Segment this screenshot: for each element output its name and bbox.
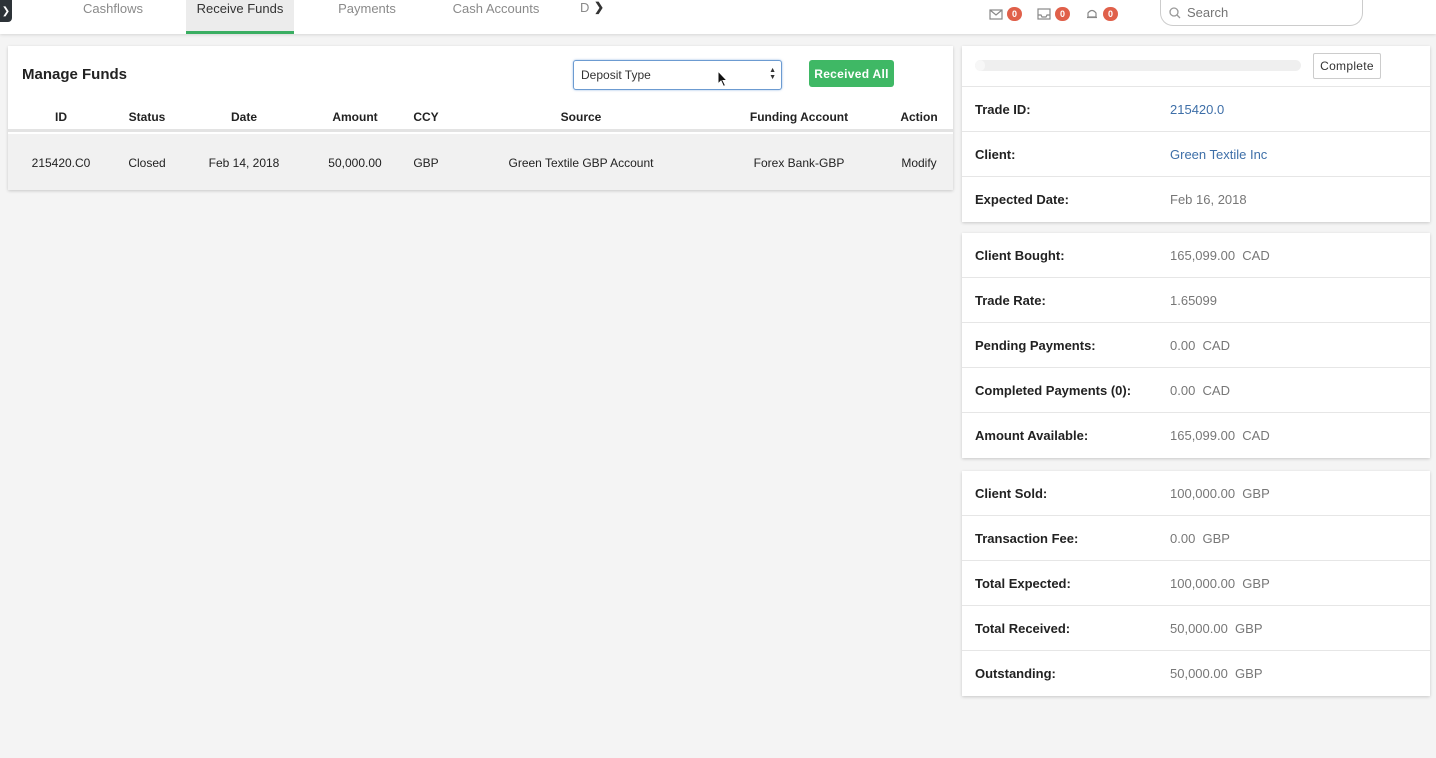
complete-button[interactable]: Complete xyxy=(1313,53,1381,79)
info-label: Outstanding: xyxy=(975,666,1056,681)
progress-row: Complete xyxy=(962,46,1430,87)
info-value: 0.00 GBP xyxy=(1170,531,1230,546)
info-value: 50,000.00 GBP xyxy=(1170,621,1263,636)
info-label: Completed Payments (0): xyxy=(975,383,1132,398)
manage-funds-panel: Manage Funds Deposit Type ▲ ▼ Received Al… xyxy=(8,46,953,190)
info-label: Total Expected: xyxy=(975,576,1071,591)
column-header-action[interactable]: Action xyxy=(900,110,937,124)
sidebar-toggle-icon[interactable]: ❯ xyxy=(0,0,12,22)
cell-amount: 50,000.00 xyxy=(328,156,382,170)
cell-id: 215420.C0 xyxy=(31,156,91,170)
inbox-icon xyxy=(1037,8,1051,20)
client-label: Client: xyxy=(975,147,1016,162)
column-header-amount[interactable]: Amount xyxy=(332,110,377,124)
info-label: Client Bought: xyxy=(975,248,1065,263)
select-arrows-icon: ▲ ▼ xyxy=(769,67,776,81)
info-label: Total Received: xyxy=(975,621,1071,636)
column-header-id[interactable]: ID xyxy=(55,110,67,124)
column-header-status[interactable]: Status xyxy=(129,110,166,124)
inbox-count-badge: 0 xyxy=(1055,7,1071,21)
table-header: ID Status Date Amount CCY Source Funding… xyxy=(8,102,953,132)
column-header-funding-account[interactable]: Funding Account xyxy=(750,110,848,124)
info-row: Total Received: 50,000.00 GBP xyxy=(962,606,1430,651)
cell-funding-account: Forex Bank-GBP xyxy=(753,156,845,170)
info-value: 100,000.00 GBP xyxy=(1170,486,1270,501)
info-row: Client Bought: 165,099.00 CAD xyxy=(962,233,1430,278)
column-header-ccy[interactable]: CCY xyxy=(413,110,438,124)
info-value: 165,099.00 CAD xyxy=(1170,428,1270,443)
info-row: Total Expected: 100,000.00 GBP xyxy=(962,561,1430,606)
info-value: 0.00 CAD xyxy=(1170,383,1230,398)
mail-icon xyxy=(989,9,1003,20)
trade-id-link[interactable]: 215420.0 xyxy=(1170,102,1224,117)
trade-id-label: Trade ID: xyxy=(975,102,1031,117)
bell-notification[interactable]: 0 xyxy=(1085,7,1119,21)
modify-link[interactable]: Modify xyxy=(901,156,936,170)
info-value: 50,000.00 GBP xyxy=(1170,666,1263,681)
info-row: Amount Available: 165,099.00 CAD xyxy=(962,413,1430,458)
info-value: 100,000.00 GBP xyxy=(1170,576,1270,591)
trade-progress-fill xyxy=(975,60,985,71)
bell-icon xyxy=(1087,9,1097,19)
info-row: Outstanding: 50,000.00 GBP xyxy=(962,651,1430,696)
expected-date-label: Expected Date: xyxy=(975,192,1069,207)
trade-summary-card: Complete Trade ID: 215420.0 Client: Gree… xyxy=(962,46,1430,222)
info-row: Trade Rate: 1.65099 xyxy=(962,278,1430,323)
expected-date-row: Expected Date: Feb 16, 2018 xyxy=(962,177,1430,222)
bell-count-badge: 0 xyxy=(1103,7,1119,21)
info-label: Trade Rate: xyxy=(975,293,1046,308)
cell-ccy: GBP xyxy=(413,156,439,170)
tab-payments[interactable]: Payments xyxy=(326,0,408,34)
column-header-source[interactable]: Source xyxy=(561,110,602,124)
search-input[interactable] xyxy=(1187,5,1347,20)
info-label: Transaction Fee: xyxy=(975,531,1079,546)
search-box[interactable] xyxy=(1160,0,1363,26)
info-row: Client Sold: 100,000.00 GBP xyxy=(962,471,1430,516)
tab-truncated[interactable]: D xyxy=(580,0,589,15)
mail-notification[interactable]: 0 xyxy=(989,7,1023,21)
info-label: Amount Available: xyxy=(975,428,1089,443)
cell-status: Closed xyxy=(128,156,166,170)
info-row: Completed Payments (0): 0.00 CAD xyxy=(962,368,1430,413)
table-row[interactable]: 215420.C0 Closed Feb 14, 2018 50,000.00 … xyxy=(8,134,953,190)
column-header-date[interactable]: Date xyxy=(231,110,257,124)
received-all-button[interactable]: Received All xyxy=(809,60,894,87)
search-icon xyxy=(1169,6,1181,18)
panel-title: Manage Funds xyxy=(22,66,128,83)
info-row: Pending Payments: 0.00 CAD xyxy=(962,323,1430,368)
info-row: Transaction Fee: 0.00 GBP xyxy=(962,516,1430,561)
info-label: Pending Payments: xyxy=(975,338,1096,353)
chevron-right-icon[interactable]: ❯ xyxy=(594,0,604,14)
expected-date-value: Feb 16, 2018 xyxy=(1170,192,1247,207)
cell-date: Feb 14, 2018 xyxy=(208,156,280,170)
cell-source: Green Textile GBP Account xyxy=(508,156,654,170)
deposit-type-select[interactable]: Deposit Type ▲ ▼ xyxy=(573,60,782,90)
tab-cashflows[interactable]: Cashflows xyxy=(70,0,156,34)
inbox-notification[interactable]: 0 xyxy=(1037,7,1071,21)
deposit-type-value: Deposit Type xyxy=(581,68,651,82)
trade-progress-bar xyxy=(975,60,1301,71)
info-value: 1.65099 xyxy=(1170,293,1217,308)
client-link[interactable]: Green Textile Inc xyxy=(1170,147,1267,162)
client-row: Client: Green Textile Inc xyxy=(962,132,1430,177)
tab-cash-accounts[interactable]: Cash Accounts xyxy=(446,0,546,34)
info-value: 0.00 CAD xyxy=(1170,338,1230,353)
info-label: Client Sold: xyxy=(975,486,1048,501)
trade-id-row: Trade ID: 215420.0 xyxy=(962,87,1430,132)
tab-receive-funds[interactable]: Receive Funds xyxy=(186,0,294,34)
top-nav-bar: ❯ Cashflows Receive Funds Payments Cash … xyxy=(0,0,1436,34)
mouse-cursor-icon xyxy=(717,70,729,88)
client-sold-card: Client Sold: 100,000.00 GBP Transaction F… xyxy=(962,471,1430,696)
mail-count-badge: 0 xyxy=(1007,7,1023,21)
info-value: 165,099.00 CAD xyxy=(1170,248,1270,263)
client-bought-card: Client Bought: 165,099.00 CAD Trade Rate:… xyxy=(962,233,1430,458)
